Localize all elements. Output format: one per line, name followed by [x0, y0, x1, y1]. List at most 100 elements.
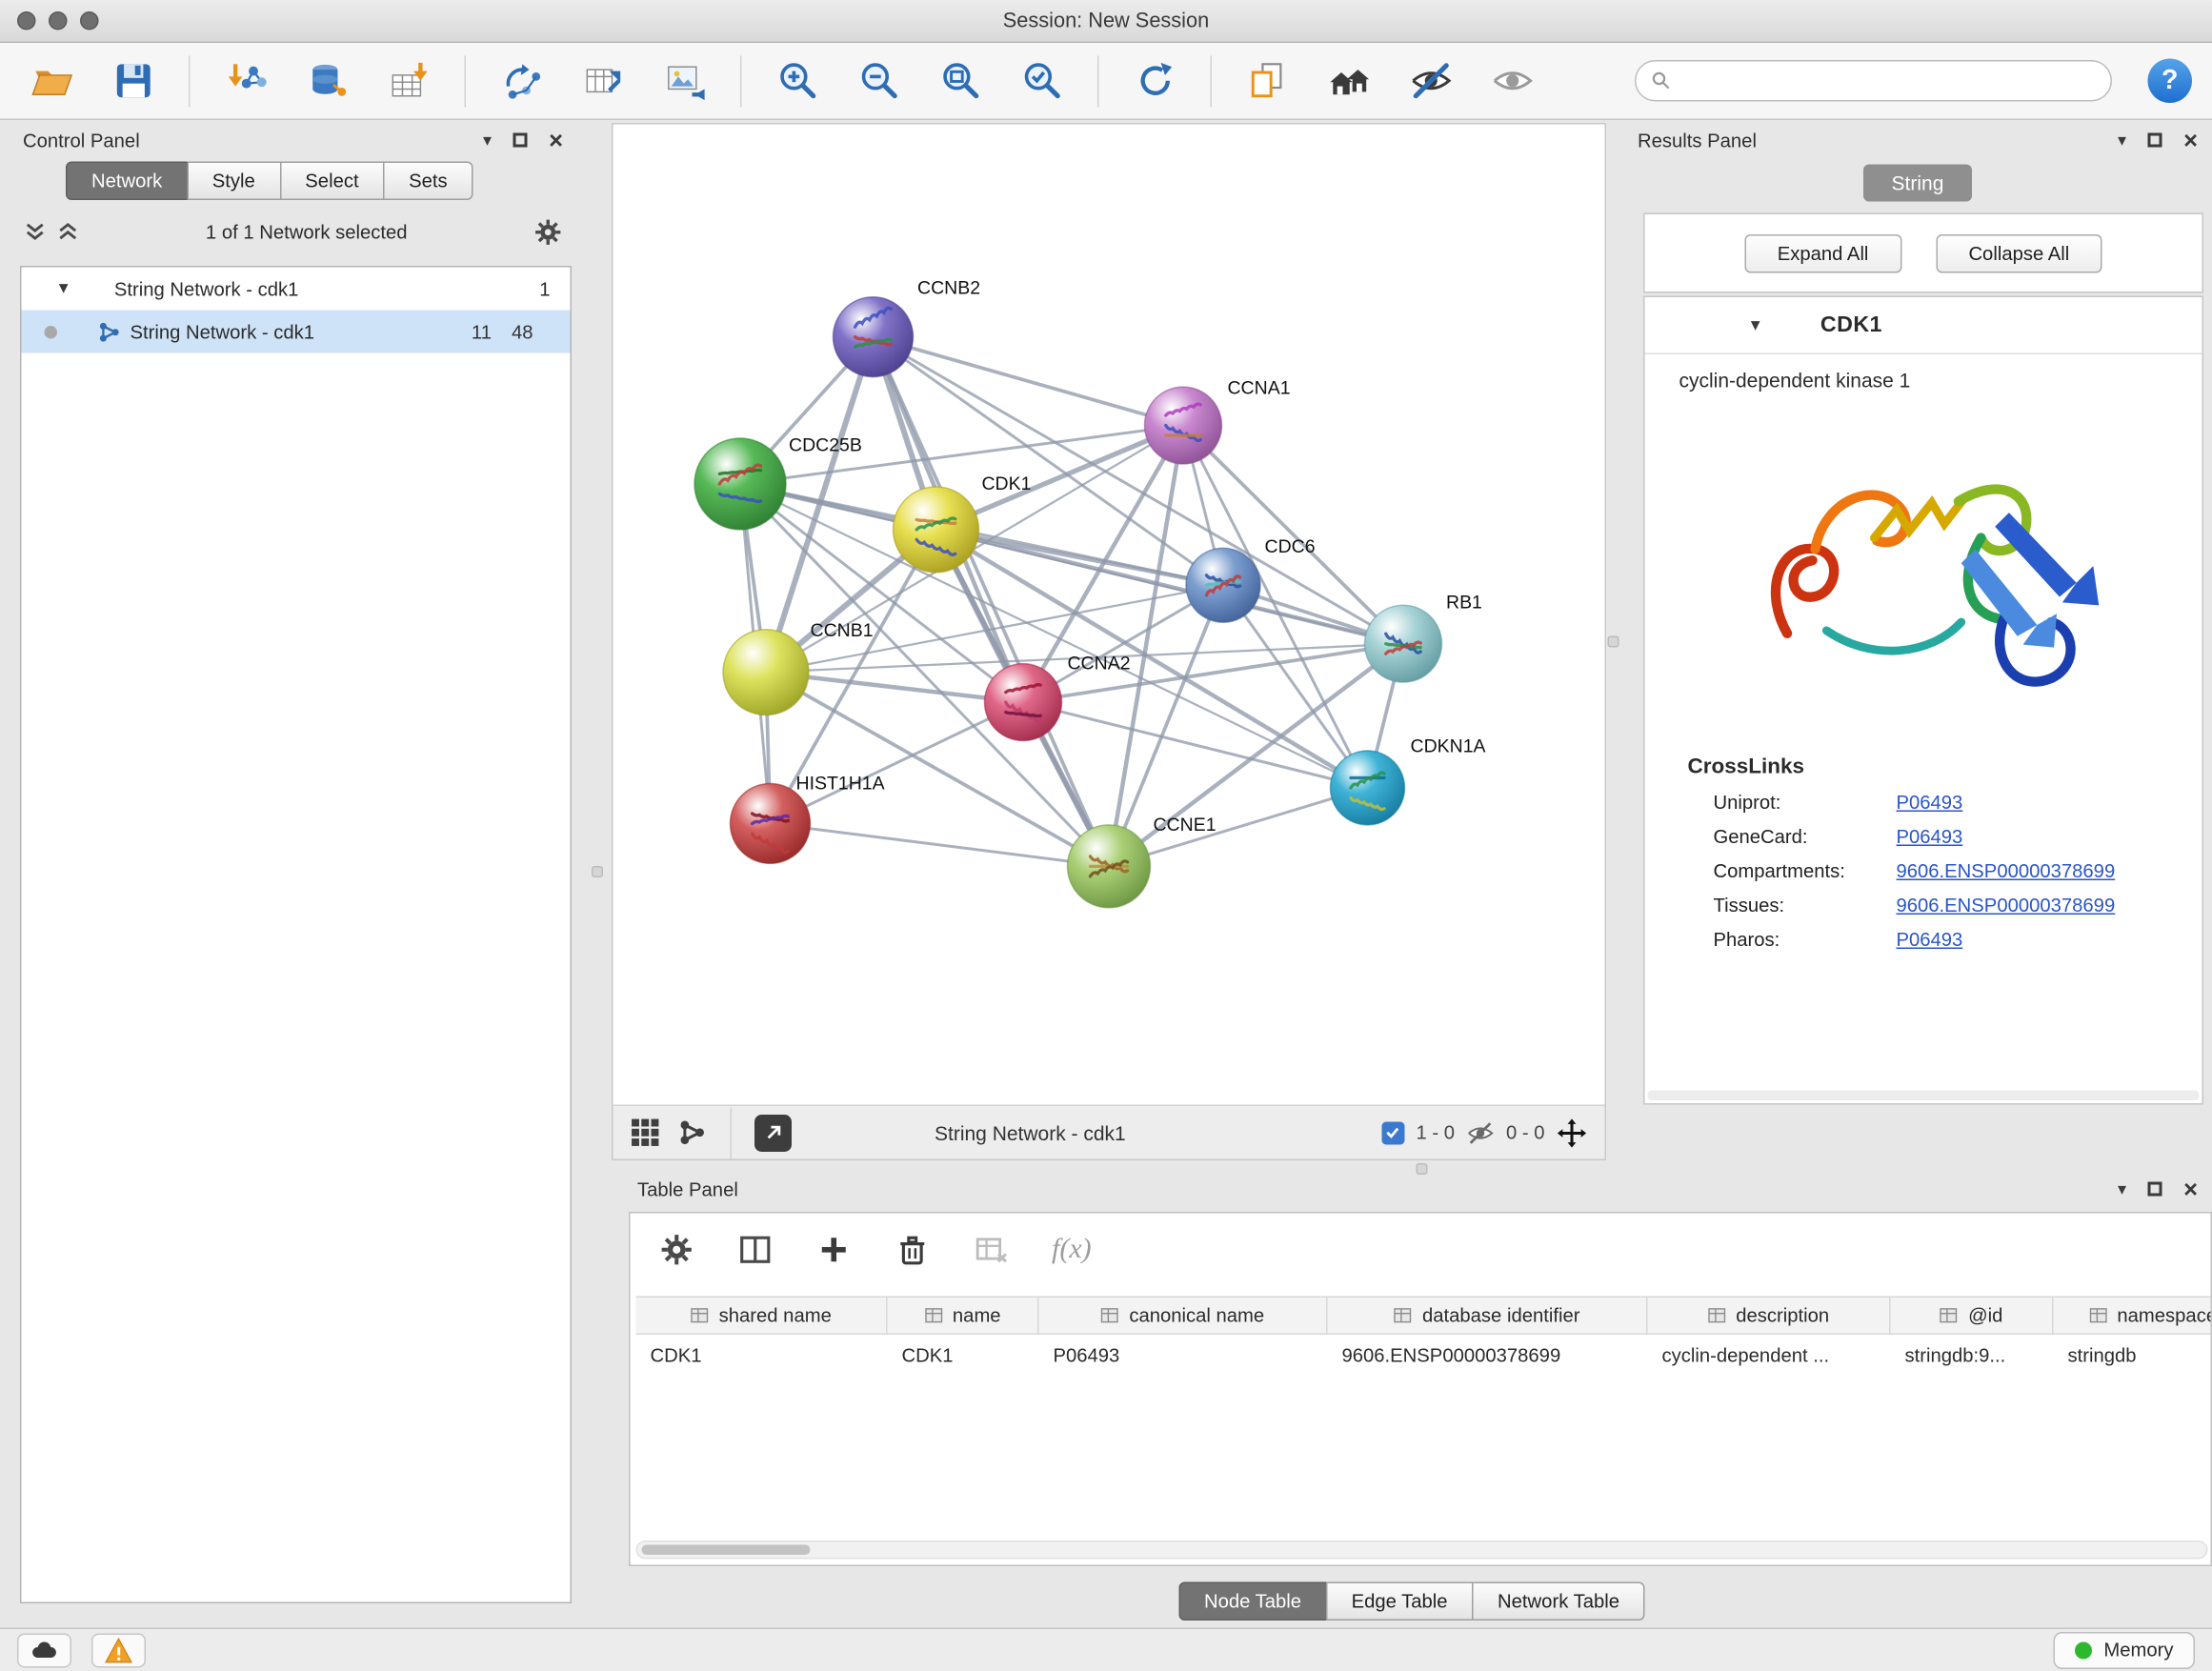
new-network-button[interactable]: [491, 50, 553, 111]
svg-text:RB1: RB1: [1446, 592, 1482, 613]
export-image-button[interactable]: [654, 50, 716, 111]
network-row-selected[interactable]: String Network - cdk1 11 48: [22, 311, 571, 353]
column-type-icon: [691, 1308, 710, 1324]
refresh-network-button[interactable]: [1123, 50, 1186, 111]
column-header[interactable]: namespace: [2054, 1298, 2211, 1334]
crosslink-uniprot-link[interactable]: P06493: [1897, 792, 1963, 814]
table-horizontal-scrollbar[interactable]: [636, 1540, 2208, 1560]
open-session-button[interactable]: [20, 50, 83, 111]
splitter-handle[interactable]: [1608, 636, 1619, 648]
help-button[interactable]: ?: [2148, 59, 2193, 104]
maximize-panel-icon[interactable]: [2148, 133, 2162, 148]
memory-button[interactable]: Memory: [2054, 1632, 2195, 1669]
collapse-section-icon[interactable]: ▼: [1748, 316, 1763, 333]
close-panel-icon[interactable]: ×: [2183, 1177, 2198, 1201]
zoom-window-button[interactable]: [80, 11, 99, 30]
crosslink-genecard-link[interactable]: P06493: [1897, 826, 1963, 848]
tab-select[interactable]: Select: [279, 162, 384, 201]
network-view: CCNB2CCNA1CDC25BCDK1CDC6RB1CCNB1CCNA2CDK…: [612, 123, 1606, 1160]
save-session-button[interactable]: [102, 50, 165, 111]
svg-text:CCNA1: CCNA1: [1228, 378, 1291, 399]
tab-edge-table[interactable]: Edge Table: [1326, 1582, 1474, 1621]
show-columns-icon[interactable]: [737, 1231, 774, 1267]
function-builder-button[interactable]: f(x): [1052, 1233, 1092, 1266]
svg-text:CDKN1A: CDKN1A: [1410, 736, 1485, 757]
zoom-out-button[interactable]: [848, 50, 911, 111]
expand-all-button[interactable]: Expand All: [1744, 233, 1901, 272]
column-header[interactable]: canonical name: [1039, 1298, 1328, 1334]
network-canvas[interactable]: CCNB2CCNA1CDC25BCDK1CDC6RB1CCNB1CCNA2CDK…: [613, 125, 1605, 1105]
delete-column-trash-icon[interactable]: [895, 1231, 931, 1267]
string-results-tab[interactable]: String: [1863, 165, 1973, 202]
maximize-panel-icon[interactable]: [2148, 1182, 2162, 1197]
refresh-icon: [1133, 59, 1177, 104]
tab-style[interactable]: Style: [187, 162, 281, 201]
float-panel-icon[interactable]: ▾: [2118, 1180, 2126, 1198]
network-graph-svg[interactable]: CCNB2CCNA1CDC25BCDK1CDC6RB1CCNB1CCNA2CDK…: [613, 125, 1605, 1105]
crosslink-tissues-link[interactable]: 9606.ENSP00000378699: [1897, 895, 2116, 916]
close-panel-icon[interactable]: ×: [549, 128, 563, 152]
copy-document-icon: [1245, 59, 1290, 104]
zoom-fit-button[interactable]: [929, 50, 992, 111]
clone-network-button[interactable]: [1237, 50, 1299, 111]
detach-view-button[interactable]: [754, 1114, 792, 1151]
cloud-services-button[interactable]: [17, 1633, 71, 1667]
table-row[interactable]: CDK1 CDK1 P06493 9606.ENSP00000378699 cy…: [636, 1335, 2211, 1377]
import-table-file-button[interactable]: [377, 50, 440, 111]
close-window-button[interactable]: [17, 11, 36, 30]
zoom-selected-button[interactable]: [1011, 50, 1074, 111]
column-header[interactable]: shared name: [636, 1298, 888, 1334]
tab-network[interactable]: Network: [66, 162, 188, 201]
window-buttons: [17, 11, 99, 30]
tab-node-table[interactable]: Node Table: [1178, 1582, 1327, 1621]
float-panel-icon[interactable]: ▾: [2118, 131, 2126, 149]
tree-expand-icon[interactable]: ▼: [56, 280, 71, 297]
share-view-icon[interactable]: [677, 1117, 708, 1148]
import-network-database-button[interactable]: [296, 50, 359, 111]
column-header[interactable]: @id: [1891, 1298, 2054, 1334]
expand-all-icon[interactable]: [56, 219, 81, 244]
svg-text:CDC6: CDC6: [1265, 536, 1316, 557]
show-selection-button[interactable]: [1480, 50, 1543, 111]
minimize-window-button[interactable]: [49, 11, 68, 30]
float-panel-icon[interactable]: ▾: [483, 131, 492, 149]
splitter-handle[interactable]: [592, 866, 603, 877]
table-settings-gear-icon[interactable]: [659, 1231, 695, 1267]
network-edge-count: 48: [512, 321, 533, 343]
tab-sets[interactable]: Sets: [383, 162, 473, 201]
maximize-panel-icon[interactable]: [513, 133, 528, 148]
export-table-button[interactable]: [572, 50, 634, 111]
column-header[interactable]: name: [888, 1298, 1039, 1334]
import-network-file-button[interactable]: [214, 50, 277, 111]
warnings-button[interactable]: [91, 1633, 146, 1667]
svg-text:CCNE1: CCNE1: [1154, 815, 1217, 836]
pan-crosshair-icon[interactable]: [1557, 1117, 1588, 1148]
crosslink-pharos-link[interactable]: P06493: [1897, 929, 1963, 951]
crosslink-label: Tissues:: [1714, 895, 1897, 916]
protein-section-header[interactable]: ▼ CDK1: [1645, 297, 2202, 354]
selected-checkbox[interactable]: [1381, 1121, 1404, 1144]
toolbar-separator: [740, 55, 742, 107]
network-node-count: 11: [472, 321, 492, 343]
tab-network-table[interactable]: Network Table: [1472, 1582, 1645, 1621]
add-column-plus-icon[interactable]: [816, 1231, 853, 1267]
splitter-handle[interactable]: [1417, 1163, 1428, 1175]
column-header[interactable]: database identifier: [1328, 1298, 1648, 1334]
collapse-all-button[interactable]: Collapse All: [1936, 233, 2102, 272]
scrollbar-thumb[interactable]: [642, 1545, 811, 1556]
results-scrollbar[interactable]: [1648, 1091, 2200, 1101]
collapse-all-icon[interactable]: [23, 219, 48, 244]
network-collection-row[interactable]: ▼ String Network - cdk1 1: [22, 268, 571, 311]
search-input[interactable]: [1680, 70, 2097, 92]
network-options-gear-icon[interactable]: [533, 216, 564, 247]
zoom-in-button[interactable]: [766, 50, 829, 111]
close-panel-icon[interactable]: ×: [2183, 128, 2198, 152]
protein-node-ccnb2: [834, 297, 914, 377]
crosslink-compartments-link[interactable]: 9606.ENSP00000378699: [1897, 860, 2116, 882]
hide-selection-button[interactable]: [1399, 50, 1462, 111]
search-box[interactable]: [1635, 60, 2112, 102]
crosslink-label: Uniprot:: [1714, 792, 1897, 814]
grid-view-icon[interactable]: [631, 1117, 661, 1148]
column-header[interactable]: description: [1648, 1298, 1891, 1334]
home-button[interactable]: [1317, 50, 1380, 111]
